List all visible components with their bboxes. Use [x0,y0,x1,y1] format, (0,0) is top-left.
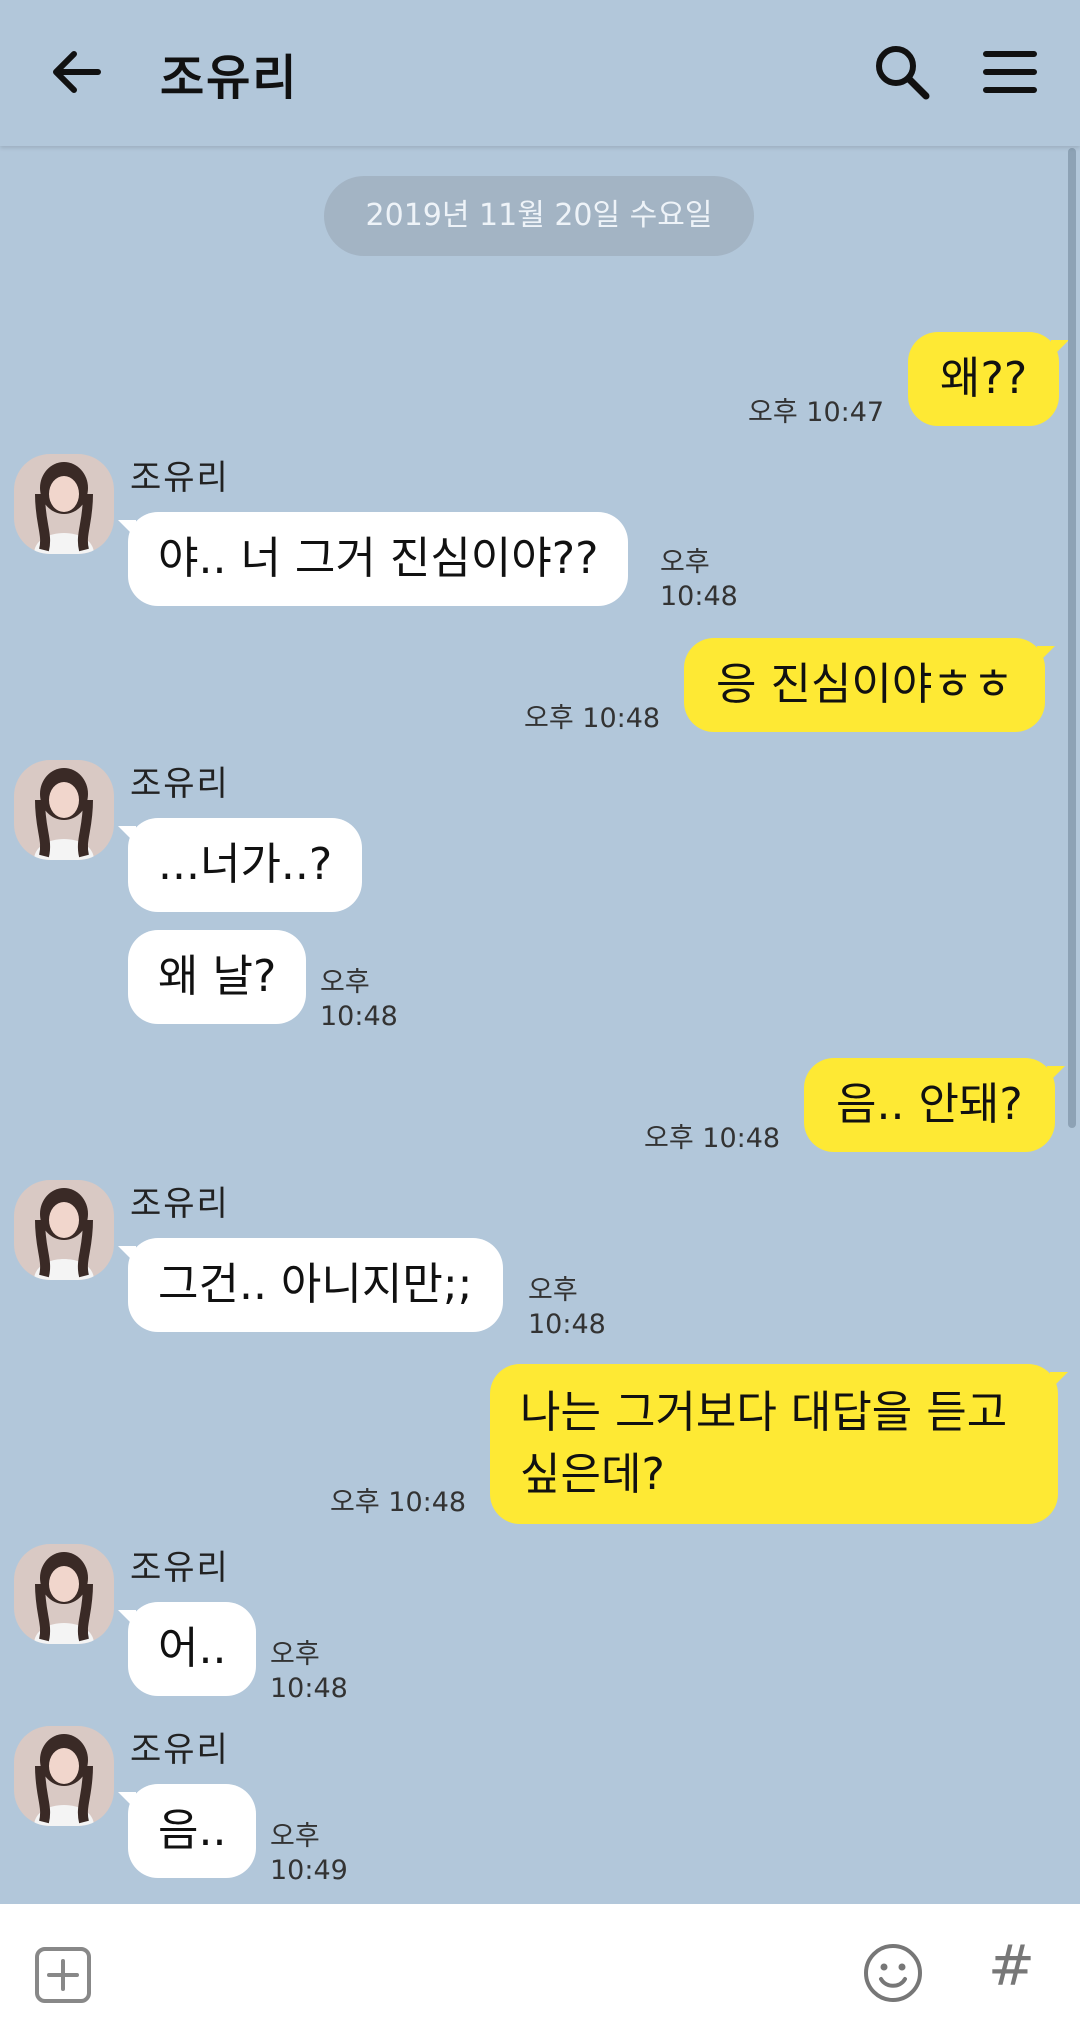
their-message-bubble[interactable]: 왜 날? [128,930,307,1024]
message-time: 오후 10:48 [330,1487,467,1518]
message-time: 오후 10:48 [644,1123,781,1154]
sender-name: 조유리 [130,1548,230,1588]
avatar[interactable] [14,1544,114,1644]
their-message-bubble[interactable]: 음.. [117,1784,257,1878]
date-divider: 2019년 11월 20일 수요일 [324,176,754,256]
message-time: 오후 10:47 [748,397,885,428]
message-time: 오후 10:48 [320,967,398,1032]
message-time: 오후 10:48 [528,1275,606,1340]
message-time: 오후 10:49 [270,1821,348,1886]
avatar[interactable] [14,454,114,554]
message-time: 오후 10:48 [270,1639,348,1704]
menu-icon[interactable] [978,40,1042,104]
message-time: 오후 10:48 [660,547,738,612]
search-icon[interactable] [870,40,934,104]
message-time: 오후 10:48 [524,703,661,734]
my-message-bubble[interactable]: 왜?? [908,332,1070,426]
their-message-bubble[interactable]: 그건.. 아니지만;; [118,1238,503,1332]
sender-name: 조유리 [130,458,230,498]
their-message-bubble[interactable]: ...너가..? [117,818,363,912]
avatar[interactable] [14,1726,114,1826]
input-bar[interactable]: # [0,1904,1080,2031]
avatar[interactable] [14,1180,114,1280]
hash-icon[interactable]: # [988,1934,1035,1999]
emoji-icon[interactable] [862,1942,924,2004]
avatar[interactable] [14,760,114,860]
back-arrow-icon[interactable] [44,40,108,104]
my-message-bubble[interactable]: 음.. 안돼? [804,1058,1065,1152]
sender-name: 조유리 [130,1184,230,1224]
their-message-bubble[interactable]: 야.. 너 그거 진심이야?? [117,512,629,606]
scrollbar[interactable] [1068,148,1076,1128]
chat-title: 조유리 [160,50,299,106]
my-message-bubble[interactable]: 나는 그거보다 대답을 듣고 싶은데? [490,1364,1068,1524]
my-message-bubble[interactable]: 응 진심이야ㅎㅎ [684,638,1056,732]
their-message-bubble[interactable]: 어.. [117,1602,257,1696]
chat-area[interactable]: 2019년 11월 20일 수요일 오후 10:47 왜?? 조유리 야.. 너… [0,148,1080,1904]
sender-name: 조유리 [130,1730,230,1770]
chat-header: 조유리 [0,0,1080,146]
sender-name: 조유리 [130,764,230,804]
plus-icon[interactable] [34,1946,92,2004]
